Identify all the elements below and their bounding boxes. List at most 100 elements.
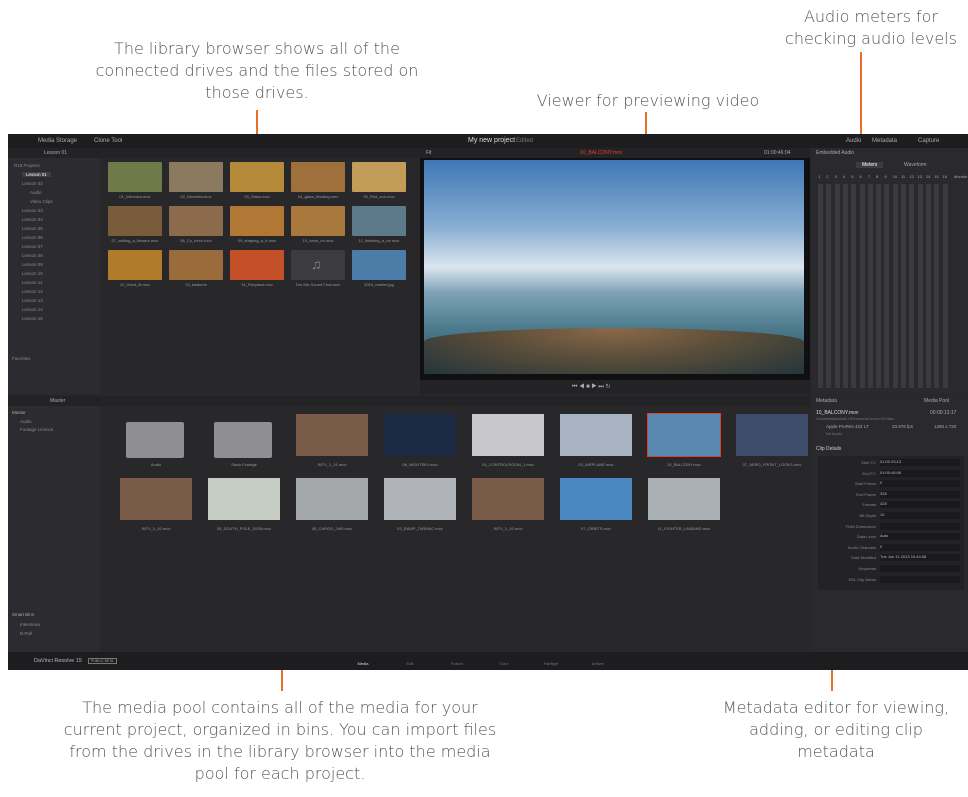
meter-channel-number: 8 xyxy=(876,174,879,179)
bin-footage[interactable]: Footage Licence xyxy=(20,427,53,432)
metadata-field-value[interactable]: 10 xyxy=(880,512,960,519)
library-tree-item[interactable]: Lesson 01 xyxy=(22,172,51,177)
page-tab-deliver[interactable]: Deliver xyxy=(583,661,613,666)
transport-controls[interactable]: ⏮ ◀ ■ ▶ ⏭ ↻ xyxy=(420,380,810,394)
library-clip-thumbnail[interactable] xyxy=(108,206,162,236)
page-tab-fairlight[interactable]: Fairlight xyxy=(536,661,566,666)
bin-folder-icon[interactable] xyxy=(214,422,272,458)
library-clip-thumbnail[interactable] xyxy=(169,162,223,192)
bin-audio[interactable]: Audio xyxy=(20,419,32,424)
library-tree-item[interactable]: Lesson 08 xyxy=(22,253,43,258)
library-tree-item[interactable]: Lesson 12 xyxy=(22,289,43,294)
meter-channel-number: 13 xyxy=(917,174,923,179)
media-pool-clip-thumbnail[interactable] xyxy=(296,414,368,456)
library-clip-thumbnail[interactable]: ♫ xyxy=(291,250,345,280)
page-tab-color[interactable]: Color xyxy=(489,661,519,666)
transport-buttons[interactable]: ⏮ ◀ ■ ▶ ⏭ ↻ xyxy=(572,383,611,391)
library-tree-item[interactable]: Lesson 04 xyxy=(22,217,43,222)
audio-meter xyxy=(901,184,906,388)
page-tab-fusion[interactable]: Fusion xyxy=(442,661,472,666)
meta-resolution: 1280 x 720 xyxy=(934,424,957,429)
media-pool-clip-thumbnail[interactable] xyxy=(384,478,456,520)
metadata-field-value[interactable]: 328 xyxy=(880,501,960,509)
page-tab-edit[interactable]: Edit xyxy=(395,661,425,666)
library-tree-item[interactable]: Lesson 02 xyxy=(22,181,43,186)
smart-bin-interviews[interactable]: Interviews xyxy=(20,622,40,627)
meta-no-audio: No Audio xyxy=(826,431,843,436)
media-pool-clip-thumbnail[interactable] xyxy=(208,478,280,520)
media-pool-clip-thumbnail[interactable] xyxy=(384,414,456,456)
library-tree-item[interactable]: Lesson 14 xyxy=(22,307,43,312)
smart-bin-broll[interactable]: B-Roll xyxy=(20,631,32,636)
media-pool-clip-name: 02_AIRPLANE.mov xyxy=(578,462,614,467)
metadata-field-value[interactable]: Tue Jun 11 2013 10:44:08 xyxy=(880,554,960,562)
bin-folder-icon[interactable] xyxy=(126,422,184,458)
metadata-tab[interactable]: Metadata xyxy=(872,138,897,144)
library-tree-item[interactable]: Lesson 09 xyxy=(22,262,43,267)
page-tab-media[interactable]: Media xyxy=(348,661,378,666)
media-pool-clip-name: INTV_1_01.mov xyxy=(317,462,347,467)
audio-meter xyxy=(884,184,890,388)
metadata-title: Metadata xyxy=(816,398,837,404)
library-tree-item[interactable]: Lesson 07 xyxy=(22,244,43,249)
metadata-field-label: Start Frame xyxy=(854,481,876,487)
metadata-field-value[interactable] xyxy=(880,575,960,583)
library-tree-item[interactable]: Lesson 05 xyxy=(22,226,43,231)
media-pool-clip-thumbnail[interactable] xyxy=(647,413,721,457)
viewer-zoom[interactable]: Fit xyxy=(426,150,432,156)
library-clip-name: 04_glass_blowing.mov xyxy=(297,194,339,199)
library-tree-item[interactable]: R15 Projects xyxy=(14,163,40,168)
metadata-field-value[interactable] xyxy=(880,522,960,530)
library-clip-thumbnail[interactable] xyxy=(230,250,284,280)
library-clip-name: 08_Cu_torch.mov xyxy=(180,238,212,243)
media-pool-clip-thumbnail[interactable] xyxy=(560,414,632,456)
library-clip-thumbnail[interactable] xyxy=(352,162,406,192)
metadata-field-value[interactable] xyxy=(880,565,960,572)
metadata-field-value[interactable]: 01:00:46:06 xyxy=(880,469,960,477)
library-clip-thumbnail[interactable] xyxy=(291,162,345,192)
library-clip-thumbnail[interactable] xyxy=(230,162,284,192)
library-tree-item[interactable]: Lesson 11 xyxy=(22,280,42,285)
library-clip-thumbnail[interactable] xyxy=(352,206,406,236)
library-tree-item[interactable]: Lesson 10 xyxy=(22,271,43,276)
metadata-field-value[interactable]: 0 xyxy=(880,480,960,488)
edited-status: Edited xyxy=(516,138,534,144)
library-clip-thumbnail[interactable] xyxy=(108,250,162,280)
library-clip-name: 03_Glass.mov xyxy=(244,194,270,199)
waveform-tab[interactable]: Waveform xyxy=(904,162,927,168)
library-clip-thumbnail[interactable] xyxy=(352,250,406,280)
metadata-field-value[interactable]: 01:00:33:13 xyxy=(880,459,960,466)
media-pool-clip-thumbnail[interactable] xyxy=(560,478,632,520)
library-clip-name: 13_baskerin xyxy=(185,282,207,287)
media-pool-clip-thumbnail[interactable] xyxy=(120,478,192,520)
audio-tab[interactable]: Audio xyxy=(846,138,861,144)
media-pool-clip-thumbnail[interactable] xyxy=(736,414,808,456)
library-clip-thumbnail[interactable] xyxy=(230,206,284,236)
library-clip-name: 11_finishing_a_ne.mov xyxy=(358,238,400,243)
library-tree-item[interactable]: Lesson 15 xyxy=(22,316,43,321)
library-clip-thumbnail[interactable] xyxy=(291,206,345,236)
library-tree-item[interactable]: Video Clips xyxy=(30,199,53,204)
metadata-field-label: Field Dominance xyxy=(845,523,876,529)
library-clip-thumbnail[interactable] xyxy=(169,250,223,280)
meters-tab[interactable]: Meters xyxy=(856,162,884,168)
media-storage-tab[interactable]: Media Storage xyxy=(38,138,77,144)
library-browser-callout: The library browser shows all of the con… xyxy=(95,39,419,102)
library-tree-item[interactable]: Lesson 03 xyxy=(22,208,43,213)
clone-tool-tab[interactable]: Clone Tool xyxy=(94,138,122,144)
media-pool-clip-thumbnail[interactable] xyxy=(296,478,368,520)
library-tree-item[interactable]: Audio xyxy=(30,190,42,195)
media-pool-clip-thumbnail[interactable] xyxy=(648,478,720,520)
media-pool-clip-thumbnail[interactable] xyxy=(472,414,544,456)
metadata-field-value[interactable]: 0 xyxy=(880,543,960,551)
capture-tab[interactable]: Capture xyxy=(918,138,939,144)
audio-panel-title: Embedded Audio xyxy=(816,150,855,156)
media-pool-clip-thumbnail[interactable] xyxy=(472,478,544,520)
library-tree-item[interactable]: Lesson 13 xyxy=(22,298,43,303)
library-clip-thumbnail[interactable] xyxy=(169,206,223,236)
metadata-field-value[interactable]: Auto xyxy=(880,533,960,541)
library-tree-item[interactable]: Lesson 06 xyxy=(22,235,43,240)
metadata-field-value[interactable]: 328 xyxy=(880,490,960,498)
library-clip-thumbnail[interactable] xyxy=(108,162,162,192)
bin-master[interactable]: Master xyxy=(12,410,26,415)
